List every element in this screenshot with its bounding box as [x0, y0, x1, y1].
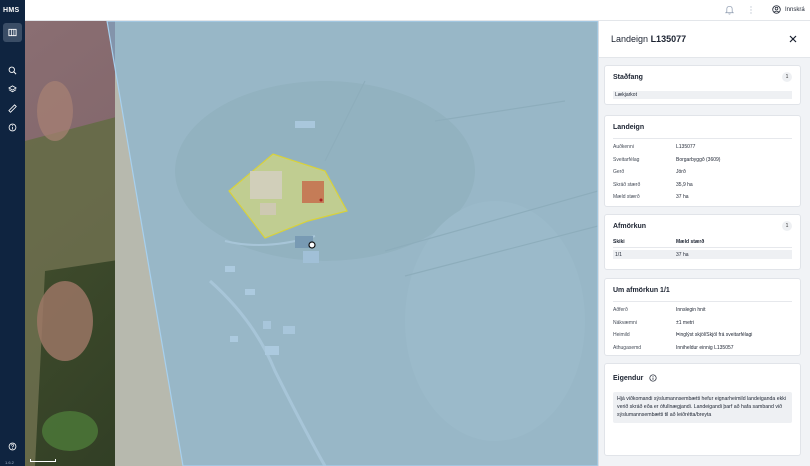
left-rail: HMS 1.6.2	[0, 0, 25, 466]
stadfang-header: Staðfang 1	[605, 66, 800, 88]
info-icon[interactable]	[649, 374, 657, 382]
map-icon	[8, 28, 17, 37]
eigendur-title: Eigendur	[613, 374, 644, 382]
row-sveitarfelag: Sveitarfélag Borgarbyggð (3609)	[605, 154, 800, 167]
afmorkun-header: Afmörkun 1	[605, 215, 800, 237]
row-maeld-staerd: Mæld stærð 37 ha	[605, 191, 800, 204]
row-adferd: Aðferð Innslegin hnit	[605, 304, 800, 317]
row-label: Athugasemd	[613, 344, 642, 351]
row-value: ±1 metri	[676, 319, 695, 326]
user-icon	[772, 5, 781, 14]
eigendur-header: Eigendur	[605, 364, 800, 392]
row-value: Borgarbyggð (3609)	[676, 156, 721, 163]
row-value: Þinglýst skjöl/Skjöl frá sveitarfélagi	[676, 332, 753, 339]
stadfang-card: Staðfang 1 Lækjarkot	[604, 65, 801, 105]
panel-title-id: L135077	[650, 34, 687, 44]
bell-icon[interactable]	[725, 5, 734, 15]
info-icon	[8, 123, 17, 132]
panel-title-prefix: Landeign	[611, 34, 649, 44]
top-bar: Innskrá	[25, 0, 810, 21]
table-row[interactable]: 1/1 37 ha	[613, 250, 792, 259]
col-skiki: Skiki	[613, 239, 625, 245]
row-value: 35,9 ha	[676, 181, 693, 188]
afmorkun-table-header: Skiki Mæld stærð	[605, 237, 800, 247]
row-skrad-staerd: Skráð stærð 35,9 ha	[605, 179, 800, 192]
row-label: Nákvæmni	[613, 319, 637, 326]
afmorkun-card: Afmörkun 1 Skiki Mæld stærð 1/1 37 ha	[604, 214, 801, 270]
measure-button[interactable]	[3, 99, 22, 118]
row-label: Aðferð	[613, 307, 628, 314]
row-value: Jörð	[676, 169, 686, 176]
details-panel: Landeign L135077 Staðfang 1 Lækjarkot La…	[598, 21, 810, 466]
row-label: Mæld stærð	[613, 194, 640, 201]
hms-logo: HMS	[3, 7, 20, 14]
address-row[interactable]: Lækjarkot	[613, 91, 792, 99]
um-afmorkun-header: Um afmörkun 1/1	[605, 279, 800, 301]
row-label: Sveitarfélag	[613, 156, 640, 163]
row-label: Auðkenni	[613, 144, 634, 151]
satellite-map	[25, 21, 598, 466]
col-maeld-staerd: Mæld stærð	[676, 239, 705, 245]
map-view-button[interactable]	[3, 23, 22, 42]
close-button[interactable]	[788, 34, 798, 44]
landeign-card: Landeign Auðkenni L135077 Sveitarfélag Bor…	[604, 115, 801, 207]
um-afmorkun-title: Um afmörkun 1/1	[613, 286, 670, 294]
cell-skiki: 1/1	[615, 251, 622, 258]
search-icon	[8, 66, 17, 75]
landeign-title: Landeign	[613, 123, 645, 131]
ruler-icon	[8, 104, 17, 113]
landeign-header: Landeign	[605, 116, 800, 138]
cell-maeld-staerd: 37 ha	[676, 251, 689, 258]
help-icon	[8, 442, 17, 451]
layers-button[interactable]	[3, 80, 22, 99]
stadfang-count: 1	[782, 72, 792, 82]
divider	[613, 247, 792, 248]
row-value: 37 ha	[676, 194, 689, 201]
login-button[interactable]: Innskrá	[772, 5, 805, 14]
map-canvas[interactable]	[25, 21, 598, 466]
afmorkun-count: 1	[782, 221, 792, 231]
help-button[interactable]	[3, 437, 22, 456]
search-button[interactable]	[3, 61, 22, 80]
panel-title: Landeign L135077	[611, 34, 686, 44]
scale-bar	[30, 459, 56, 462]
row-heimild: Heimild Þinglýst skjöl/Skjöl frá sveitarf…	[605, 329, 800, 342]
row-athugasemd: Athugasemd Inniheldur einnig L135057	[605, 342, 800, 355]
app-version: 1.6.2	[5, 460, 14, 465]
row-audkenni: Auðkenni L135077	[605, 141, 800, 154]
row-label: Heimild	[613, 332, 630, 339]
row-value: Innslegin hnit	[676, 307, 706, 314]
row-gerd: Gerð Jörð	[605, 166, 800, 179]
stadfang-title: Staðfang	[613, 73, 643, 81]
um-afmorkun-card: Um afmörkun 1/1 Aðferð Innslegin hnit Nák…	[604, 278, 801, 356]
row-label: Gerð	[613, 169, 625, 176]
close-icon	[789, 35, 797, 43]
row-value: Inniheldur einnig L135057	[676, 344, 734, 351]
info-button[interactable]	[3, 118, 22, 137]
row-value: L135077	[676, 144, 696, 151]
eigendur-card: Eigendur Hjá viðkomandi sýslumannsembætt…	[604, 363, 801, 456]
row-label: Skráð stærð	[613, 181, 641, 188]
login-label: Innskrá	[785, 6, 805, 13]
panel-header: Landeign L135077	[599, 21, 810, 58]
layers-icon	[8, 85, 17, 93]
eigendur-notice: Hjá viðkomandi sýslumannsembætti hefur e…	[613, 392, 792, 424]
row-nakvaemni: Nákvæmni ±1 metri	[605, 317, 800, 330]
afmorkun-title: Afmörkun	[613, 222, 647, 230]
more-vertical-icon[interactable]	[749, 5, 753, 15]
